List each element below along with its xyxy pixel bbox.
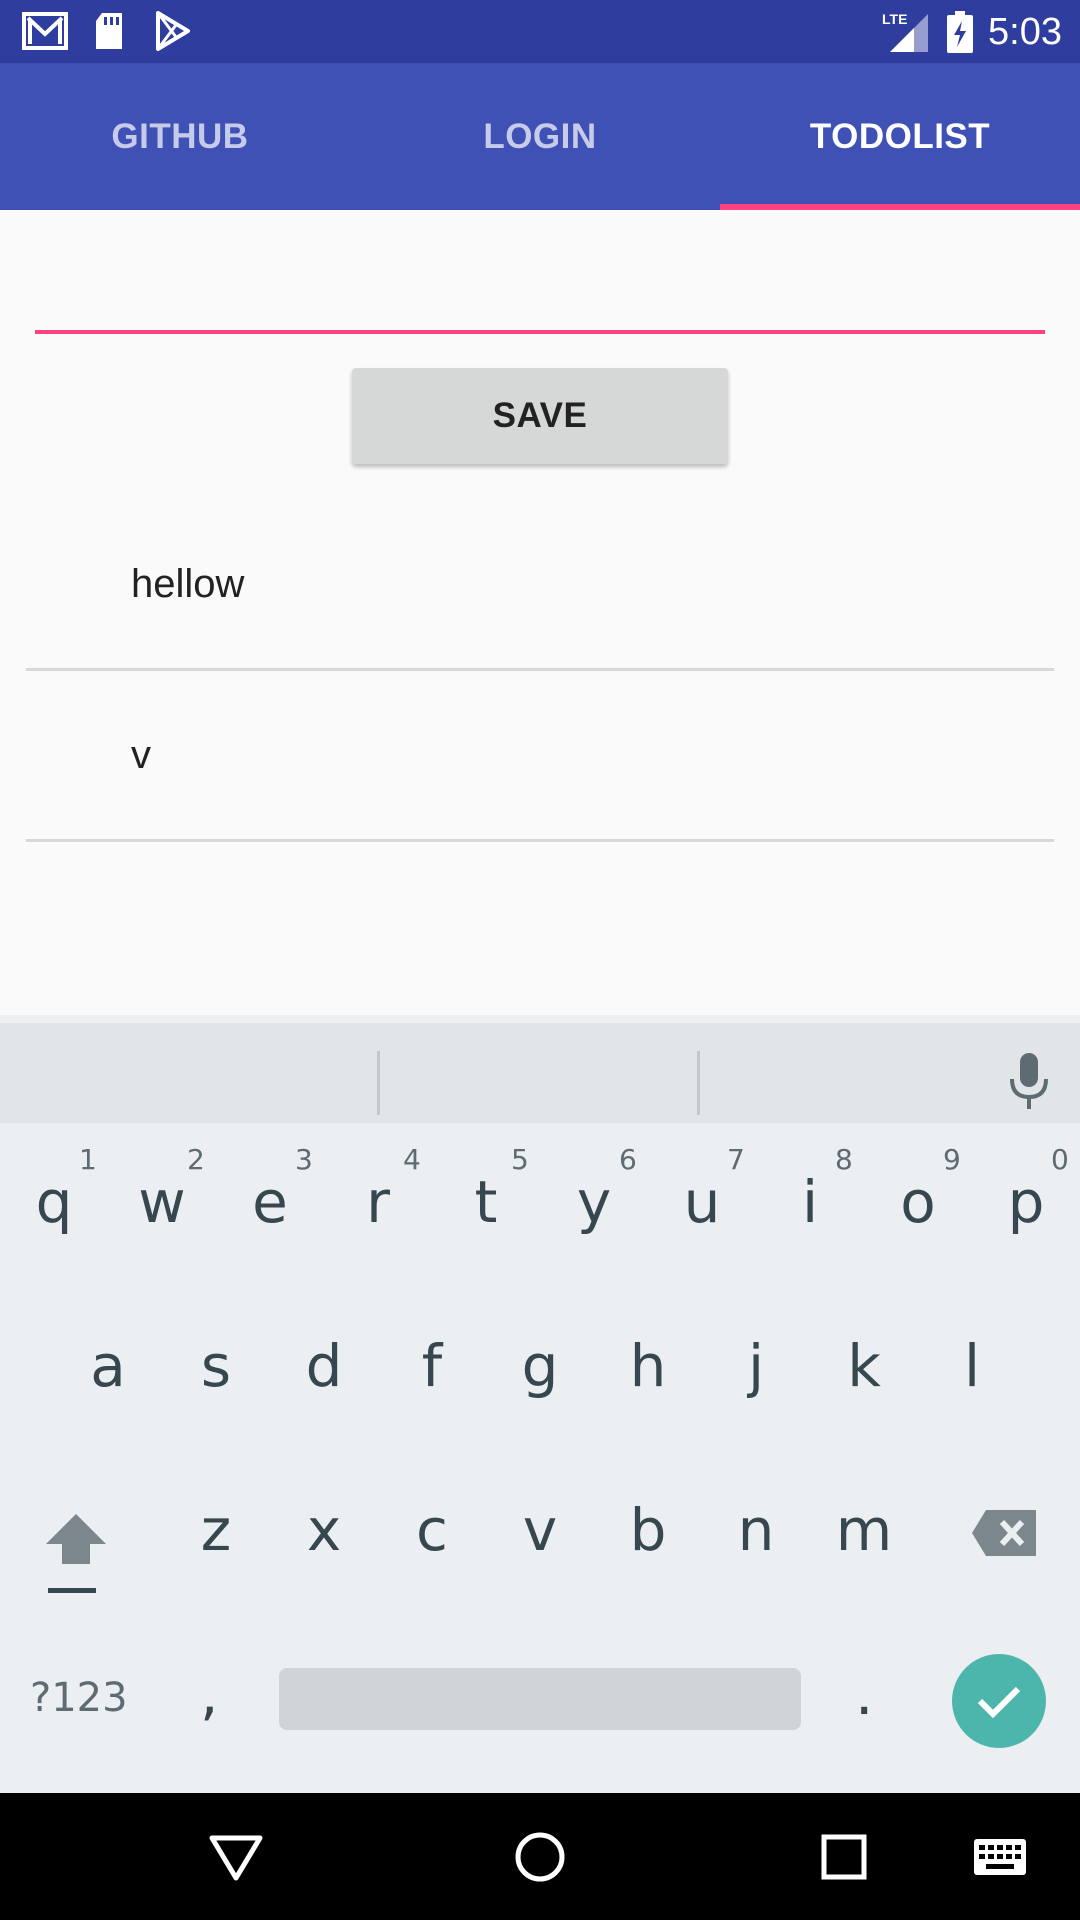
todo-input[interactable]	[35, 270, 1045, 334]
navigation-bar	[0, 1793, 1080, 1920]
tab-login[interactable]: LOGIN	[360, 63, 720, 210]
back-icon[interactable]	[206, 1827, 266, 1887]
key-hint-9: 9	[943, 1143, 961, 1176]
lte-signal-icon: LTE	[882, 11, 932, 53]
key-hint-2: 2	[187, 1143, 205, 1176]
key-b[interactable]: b	[594, 1496, 702, 1564]
shift-key[interactable]	[40, 1508, 112, 1598]
key-r[interactable]: r	[324, 1168, 432, 1236]
keyboard-switch-icon[interactable]	[970, 1827, 1030, 1887]
symbols-key[interactable]: ?123	[30, 1675, 128, 1721]
home-icon[interactable]	[510, 1827, 570, 1887]
key-m[interactable]: m	[810, 1496, 918, 1564]
todo-list: hellow v	[26, 500, 1054, 842]
key-s[interactable]: s	[162, 1332, 270, 1400]
key-u[interactable]: u	[648, 1168, 756, 1236]
period-key[interactable]: .	[855, 1660, 873, 1728]
suggestion-divider	[697, 1051, 700, 1115]
space-bar[interactable]	[279, 1668, 801, 1730]
recents-icon[interactable]	[814, 1827, 874, 1887]
shift-icon	[46, 1514, 106, 1593]
key-y[interactable]: y	[540, 1168, 648, 1236]
key-k[interactable]: k	[810, 1332, 918, 1400]
key-v[interactable]: v	[486, 1496, 594, 1564]
key-hint-5: 5	[511, 1143, 529, 1176]
gmail-icon	[22, 10, 68, 52]
key-hint-4: 4	[403, 1143, 421, 1176]
checkmark-icon	[977, 1686, 1021, 1719]
sd-card-icon	[86, 10, 132, 52]
tab-github[interactable]: GITHUB	[0, 63, 360, 210]
todo-screen: SAVE hellow v	[0, 210, 1080, 1015]
key-hint-7: 7	[727, 1143, 745, 1176]
key-l[interactable]: l	[918, 1332, 1026, 1400]
key-z[interactable]: z	[162, 1496, 270, 1564]
done-button[interactable]	[952, 1654, 1046, 1748]
suggestion-divider	[377, 1051, 380, 1115]
backspace-key[interactable]	[970, 1508, 1038, 1558]
key-n[interactable]: n	[702, 1496, 810, 1564]
suggestion-bar	[0, 1015, 1080, 1123]
microphone-icon[interactable]	[1004, 1051, 1054, 1111]
key-x[interactable]: x	[270, 1496, 378, 1564]
tab-todolist[interactable]: TODOLIST	[720, 63, 1080, 210]
play-store-icon	[150, 10, 196, 52]
save-button[interactable]: SAVE	[352, 368, 728, 464]
key-w[interactable]: w	[108, 1168, 216, 1236]
status-bar: LTE 5:03	[0, 0, 1080, 63]
key-q[interactable]: q	[0, 1168, 108, 1236]
key-f[interactable]: f	[378, 1332, 486, 1400]
comma-key[interactable]: ,	[200, 1660, 218, 1728]
key-hint-3: 3	[295, 1143, 313, 1176]
key-h[interactable]: h	[594, 1332, 702, 1400]
key-d[interactable]: d	[270, 1332, 378, 1400]
backspace-icon	[972, 1510, 1036, 1556]
list-item[interactable]: v	[26, 671, 1054, 842]
key-hint-6: 6	[619, 1143, 637, 1176]
key-j[interactable]: j	[702, 1332, 810, 1400]
app-bar: GITHUB LOGIN TODOLIST	[0, 63, 1080, 210]
key-hint-8: 8	[835, 1143, 853, 1176]
key-a[interactable]: a	[54, 1332, 162, 1400]
clock: 5:03	[988, 10, 1062, 53]
key-t[interactable]: t	[432, 1168, 540, 1236]
key-g[interactable]: g	[486, 1332, 594, 1400]
key-e[interactable]: e	[216, 1168, 324, 1236]
battery-charging-icon	[946, 11, 974, 53]
list-item[interactable]: hellow	[26, 500, 1054, 671]
key-p[interactable]: p	[972, 1168, 1080, 1236]
key-o[interactable]: o	[864, 1168, 972, 1236]
svg-text:LTE: LTE	[882, 11, 907, 27]
key-i[interactable]: i	[756, 1168, 864, 1236]
key-hint-0: 0	[1051, 1143, 1069, 1176]
tab-bar: GITHUB LOGIN TODOLIST	[0, 63, 1080, 210]
key-hint-1: 1	[79, 1143, 97, 1176]
key-c[interactable]: c	[378, 1496, 486, 1564]
